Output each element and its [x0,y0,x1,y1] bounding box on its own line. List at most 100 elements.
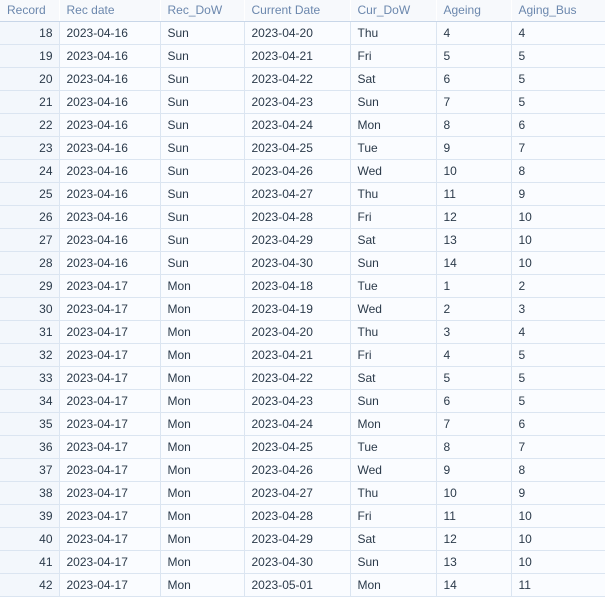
table-row[interactable]: 25 2023-04-16 Sun 2023-04-27 Thu 11 9 [0,182,605,206]
cell-aging_bus[interactable]: 7 [511,136,605,160]
cell-rec_dow[interactable]: Mon [160,573,245,597]
cell-record[interactable]: 24 [0,159,60,183]
cell-record[interactable]: 30 [0,297,60,321]
cell-rec_dow[interactable]: Mon [160,366,245,390]
cell-rec_date[interactable]: 2023-04-16 [59,228,161,252]
cell-rec_dow[interactable]: Sun [160,228,245,252]
cell-cur_dow[interactable]: Mon [350,573,437,597]
cell-cur_date[interactable]: 2023-04-20 [244,21,351,45]
table-row[interactable]: 34 2023-04-17 Mon 2023-04-23 Sun 6 5 [0,389,605,413]
cell-cur_date[interactable]: 2023-04-29 [244,228,351,252]
cell-record[interactable]: 35 [0,412,60,436]
cell-rec_date[interactable]: 2023-04-17 [59,527,161,551]
cell-cur_dow[interactable]: Tue [350,435,437,459]
cell-cur_date[interactable]: 2023-04-21 [244,343,351,367]
cell-record[interactable]: 39 [0,504,60,528]
cell-rec_dow[interactable]: Sun [160,44,245,68]
cell-aging_bus[interactable]: 3 [511,297,605,321]
cell-record[interactable]: 33 [0,366,60,390]
cell-cur_date[interactable]: 2023-04-24 [244,412,351,436]
cell-rec_date[interactable]: 2023-04-16 [59,90,161,114]
cell-record[interactable]: 20 [0,67,60,91]
table-row[interactable]: 35 2023-04-17 Mon 2023-04-24 Mon 7 6 [0,412,605,436]
cell-cur_date[interactable]: 2023-04-26 [244,458,351,482]
table-row[interactable]: 23 2023-04-16 Sun 2023-04-25 Tue 9 7 [0,136,605,160]
cell-cur_dow[interactable]: Mon [350,113,437,137]
cell-rec_date[interactable]: 2023-04-16 [59,21,161,45]
table-row[interactable]: 28 2023-04-16 Sun 2023-04-30 Sun 14 10 [0,251,605,275]
cell-rec_dow[interactable]: Sun [160,136,245,160]
cell-aging_bus[interactable]: 5 [511,67,605,91]
table-row[interactable]: 24 2023-04-16 Sun 2023-04-26 Wed 10 8 [0,159,605,183]
cell-ageing[interactable]: 5 [436,366,512,390]
cell-ageing[interactable]: 14 [436,251,512,275]
cell-cur_dow[interactable]: Fri [350,343,437,367]
cell-aging_bus[interactable]: 4 [511,320,605,344]
cell-ageing[interactable]: 10 [436,481,512,505]
cell-record[interactable]: 21 [0,90,60,114]
cell-rec_dow[interactable]: Sun [160,113,245,137]
cell-cur_dow[interactable]: Tue [350,274,437,298]
cell-aging_bus[interactable]: 5 [511,90,605,114]
table-row[interactable]: 26 2023-04-16 Sun 2023-04-28 Fri 12 10 [0,205,605,229]
cell-rec_date[interactable]: 2023-04-17 [59,573,161,597]
cell-ageing[interactable]: 4 [436,343,512,367]
cell-cur_date[interactable]: 2023-04-30 [244,550,351,574]
cell-record[interactable]: 26 [0,205,60,229]
cell-rec_dow[interactable]: Mon [160,343,245,367]
cell-record[interactable]: 25 [0,182,60,206]
cell-cur_dow[interactable]: Wed [350,297,437,321]
cell-aging_bus[interactable]: 11 [511,573,605,597]
cell-cur_dow[interactable]: Wed [350,159,437,183]
column-header-aging_bus[interactable]: Aging_Bus [511,0,605,22]
cell-cur_date[interactable]: 2023-04-18 [244,274,351,298]
cell-cur_dow[interactable]: Tue [350,136,437,160]
table-row[interactable]: 18 2023-04-16 Sun 2023-04-20 Thu 4 4 [0,21,605,45]
cell-record[interactable]: 29 [0,274,60,298]
cell-ageing[interactable]: 12 [436,205,512,229]
cell-rec_date[interactable]: 2023-04-16 [59,44,161,68]
cell-aging_bus[interactable]: 10 [511,205,605,229]
cell-cur_dow[interactable]: Thu [350,21,437,45]
cell-ageing[interactable]: 5 [436,44,512,68]
cell-rec_date[interactable]: 2023-04-16 [59,182,161,206]
cell-rec_dow[interactable]: Mon [160,412,245,436]
table-row[interactable]: 37 2023-04-17 Mon 2023-04-26 Wed 9 8 [0,458,605,482]
cell-rec_dow[interactable]: Mon [160,274,245,298]
cell-cur_dow[interactable]: Sun [350,389,437,413]
cell-aging_bus[interactable]: 8 [511,159,605,183]
cell-cur_dow[interactable]: Thu [350,481,437,505]
cell-rec_date[interactable]: 2023-04-17 [59,343,161,367]
cell-ageing[interactable]: 12 [436,527,512,551]
cell-aging_bus[interactable]: 10 [511,550,605,574]
cell-ageing[interactable]: 11 [436,182,512,206]
cell-aging_bus[interactable]: 6 [511,113,605,137]
cell-cur_date[interactable]: 2023-04-22 [244,366,351,390]
column-header-ageing[interactable]: Ageing [436,0,512,22]
cell-ageing[interactable]: 11 [436,504,512,528]
cell-record[interactable]: 42 [0,573,60,597]
cell-cur_date[interactable]: 2023-04-27 [244,182,351,206]
cell-record[interactable]: 37 [0,458,60,482]
table-row[interactable]: 29 2023-04-17 Mon 2023-04-18 Tue 1 2 [0,274,605,298]
cell-record[interactable]: 18 [0,21,60,45]
cell-cur_date[interactable]: 2023-04-19 [244,297,351,321]
cell-ageing[interactable]: 9 [436,458,512,482]
cell-cur_date[interactable]: 2023-04-25 [244,435,351,459]
cell-rec_dow[interactable]: Mon [160,504,245,528]
cell-rec_dow[interactable]: Sun [160,205,245,229]
cell-cur_dow[interactable]: Sat [350,67,437,91]
cell-aging_bus[interactable]: 9 [511,182,605,206]
cell-rec_date[interactable]: 2023-04-17 [59,435,161,459]
cell-record[interactable]: 23 [0,136,60,160]
cell-record[interactable]: 36 [0,435,60,459]
cell-record[interactable]: 38 [0,481,60,505]
cell-rec_date[interactable]: 2023-04-17 [59,366,161,390]
table-row[interactable]: 22 2023-04-16 Sun 2023-04-24 Mon 8 6 [0,113,605,137]
cell-cur_dow[interactable]: Thu [350,182,437,206]
cell-cur_date[interactable]: 2023-04-23 [244,389,351,413]
column-header-cur_dow[interactable]: Cur_DoW [350,0,437,22]
cell-rec_date[interactable]: 2023-04-17 [59,458,161,482]
cell-rec_dow[interactable]: Sun [160,67,245,91]
cell-rec_dow[interactable]: Mon [160,458,245,482]
